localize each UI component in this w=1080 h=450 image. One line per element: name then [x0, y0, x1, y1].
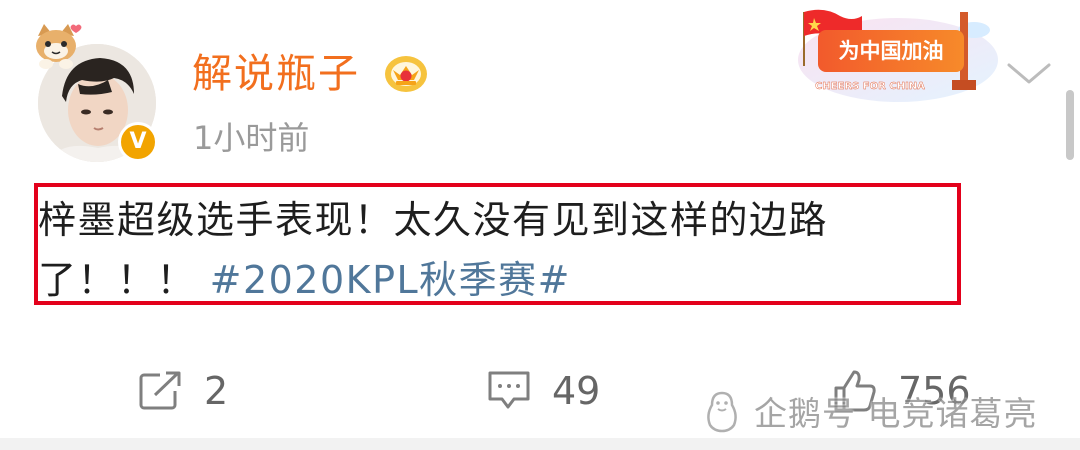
share-count: 2: [204, 369, 229, 413]
bottom-divider: [0, 438, 1080, 450]
banner-subtitle: CHEERS FOR CHINA: [815, 81, 925, 92]
cat-pendant-icon: [36, 24, 82, 69]
watermark-text: 企鹅号 电竞诸葛亮: [754, 394, 1038, 433]
hashtag-link[interactable]: #2020KPL秋季赛#: [210, 258, 571, 302]
comment-icon: [488, 371, 530, 409]
chevron-down-icon[interactable]: [1006, 62, 1052, 86]
cheers-for-china-banner[interactable]: 为中国加油 CHEERS FOR CHINA: [780, 2, 1002, 106]
banner-title: 为中国加油: [839, 39, 944, 63]
post-timestamp: 1小时前: [193, 119, 310, 157]
comment-count: 49: [552, 369, 601, 413]
penguin-icon: [707, 391, 737, 433]
comment-button[interactable]: 49: [486, 366, 600, 416]
weibo-post-card: V 解说瓶子 1小时前 为中国加油 CHEERS FOR CHINA 梓墨超级选…: [0, 0, 1080, 450]
crown-icon[interactable]: [383, 50, 429, 94]
post-content: 梓墨超级选手表现！太久没有见到这样的边路了！！！ #2020KPL秋季赛#: [38, 190, 953, 310]
username[interactable]: 解说瓶子: [192, 48, 360, 100]
share-button[interactable]: 2: [138, 366, 228, 416]
verified-badge-letter: V: [129, 129, 147, 154]
share-icon: [139, 371, 181, 410]
verified-badge: V: [118, 122, 158, 162]
watermark: 企鹅号 电竞诸葛亮: [700, 388, 1038, 434]
scrollbar-thumb[interactable]: [1066, 90, 1074, 160]
avatar-group[interactable]: V: [30, 22, 170, 162]
